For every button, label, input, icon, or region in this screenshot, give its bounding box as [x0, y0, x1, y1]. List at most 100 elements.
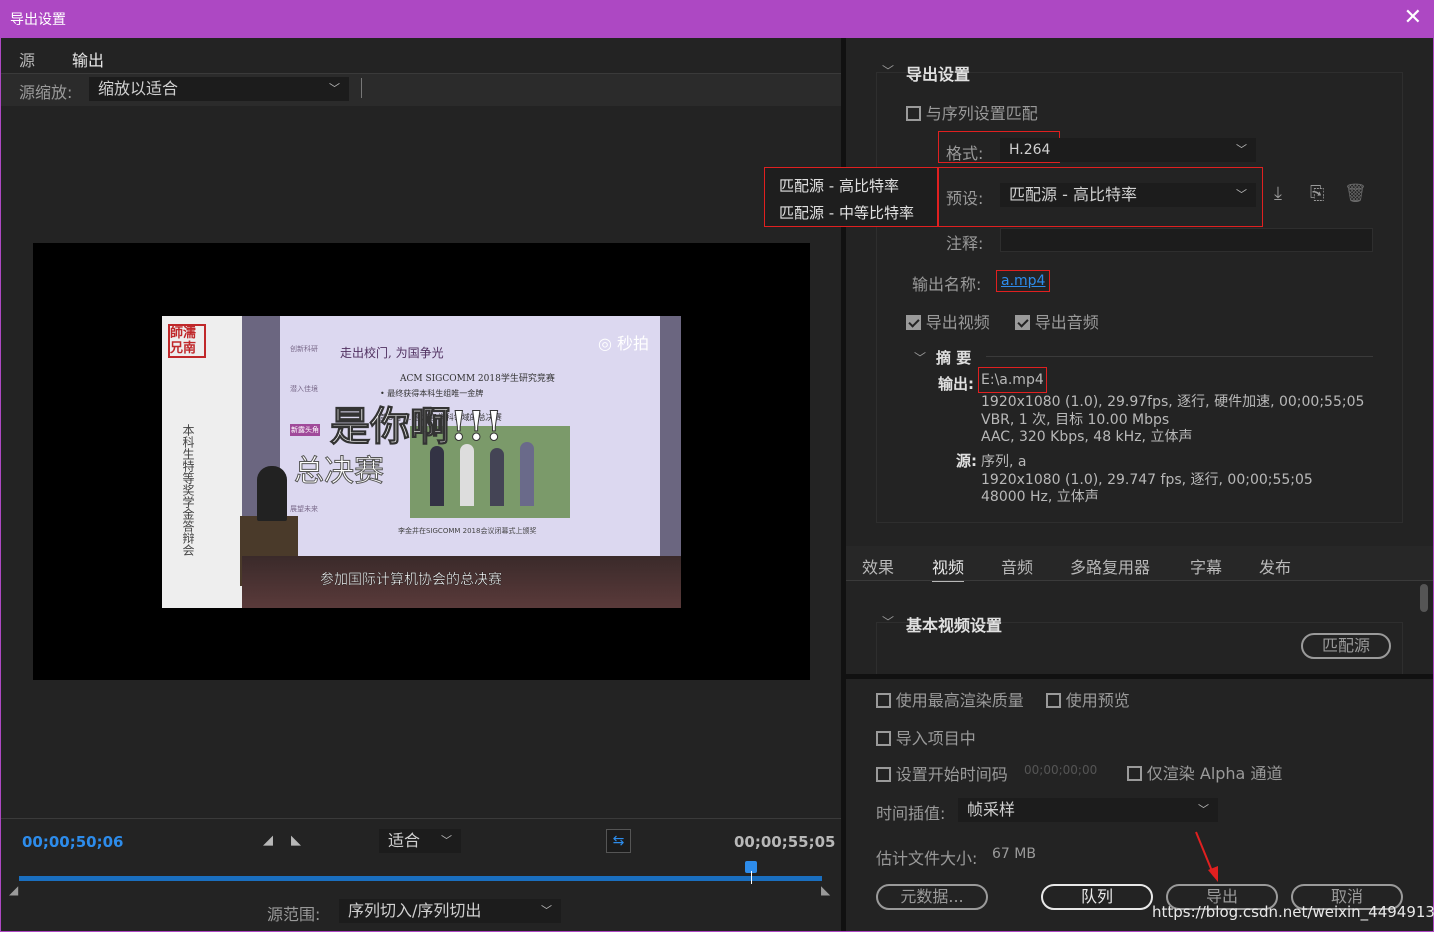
timeline-divider — [1, 818, 841, 819]
chevron-down-icon: ﹀ — [1236, 188, 1247, 201]
import-project-label: 导入项目中 — [895, 729, 976, 748]
export-audio-checkbox[interactable]: 导出音频 — [1015, 309, 1099, 333]
tab-divider — [846, 580, 1433, 581]
output-name-link[interactable]: a.mp4 — [996, 270, 1051, 292]
person-figure — [520, 442, 534, 506]
source-scale-select[interactable]: 缩放以适合 ﹀ — [89, 77, 349, 101]
alpha-only-checkbox[interactable]: 仅渲染 Alpha 通道 — [1127, 760, 1282, 784]
range-in-handle-icon[interactable]: ◢ — [9, 883, 18, 897]
alpha-only-label: 仅渲染 Alpha 通道 — [1146, 764, 1283, 783]
title-bar: 导出设置 ✕ — [0, 0, 1434, 38]
match-sequence-checkbox[interactable]: 与序列设置匹配 — [906, 100, 1038, 124]
fit-select[interactable]: 适合 ﹀ — [379, 829, 461, 853]
summary-output-path: E:\a.mp4 — [978, 367, 1047, 393]
comment-label: 注释: — [946, 234, 984, 253]
separator — [361, 78, 362, 98]
time-interp-label: 时间插值: — [876, 804, 946, 823]
chevron-down-icon: ﹀ — [1236, 143, 1247, 156]
tab-effects[interactable]: 效果 — [862, 554, 894, 578]
slide-side-item: 创新科研 — [290, 345, 318, 353]
video-subtitle: 参加国际计算机协会的总决赛 — [320, 572, 502, 588]
chevron-down-icon[interactable]: ﹀ — [914, 349, 926, 366]
slide-side-item: 新露头角 — [290, 424, 320, 436]
person-figure — [430, 446, 444, 506]
preset-value: 匹配源 - 高比特率 — [1009, 185, 1137, 204]
save-preset-icon[interactable]: ⤓ — [1274, 183, 1282, 204]
tab-audio[interactable]: 音频 — [1001, 554, 1033, 578]
export-video-checkbox[interactable]: 导出视频 — [906, 309, 990, 333]
window-title: 导出设置 — [10, 12, 66, 28]
scrollbar-thumb[interactable] — [1420, 584, 1428, 612]
match-source-button[interactable]: 匹配源 — [1301, 633, 1391, 659]
slide-subtitle: ACM SIGCOMM 2018学生研究竞赛 — [400, 374, 555, 384]
logo-stamp: 師濡兄南 — [168, 324, 206, 358]
export-settings-title: 导出设置 — [906, 65, 971, 84]
slide-caption: 李金井在SIGCOMM 2018会议闭幕式上颁奖 — [398, 527, 537, 535]
watermark-miaopai: ◎ 秒拍 — [598, 334, 650, 353]
start-timecode-checkbox[interactable]: 设置开始时间码 — [876, 761, 1008, 785]
source-scale-label: 源缩放: — [19, 83, 73, 102]
summary-title: 摘 要 — [936, 349, 972, 367]
queue-button[interactable]: 队列 — [1041, 884, 1153, 910]
tab-source[interactable]: 源 — [19, 47, 35, 71]
start-timecode-value[interactable]: 00;00;00;00 — [1024, 763, 1097, 777]
preset-option[interactable]: 匹配源 - 高比特率 — [779, 175, 899, 196]
checkbox-icon[interactable] — [876, 767, 891, 782]
mark-in-icon[interactable]: ◢ — [263, 833, 273, 848]
tab-output[interactable]: 输出 — [72, 47, 105, 75]
checkbox-icon[interactable] — [876, 693, 891, 708]
mark-out-icon[interactable]: ◣ — [291, 833, 301, 848]
overlay-small-text: 总决赛 — [294, 454, 385, 490]
current-timecode[interactable]: 00;00;50;06 — [22, 833, 124, 851]
max-render-quality-label: 使用最高渲染质量 — [895, 691, 1024, 710]
annotation-arrow-icon — [1195, 831, 1218, 882]
source-range-select[interactable]: 序列切入/序列切出 ﹀ — [339, 899, 561, 923]
summary-output-label: 输出: — [938, 375, 974, 393]
range-out-handle-icon[interactable]: ◣ — [821, 883, 830, 897]
time-interp-value: 帧采样 — [967, 800, 1016, 819]
checkbox-checked-icon[interactable] — [1015, 315, 1030, 330]
checkbox-icon[interactable] — [906, 106, 921, 121]
time-interp-select[interactable]: 帧采样 ﹀ — [958, 798, 1218, 822]
watermark-text: 秒拍 — [617, 334, 650, 353]
checkbox-icon[interactable] — [876, 731, 891, 746]
checkbox-checked-icon[interactable] — [906, 315, 921, 330]
aspect-toggle-icon[interactable]: ⇆ — [606, 829, 631, 853]
slide-side-item: 展望未来 — [290, 505, 318, 513]
tab-video[interactable]: 视频 — [932, 554, 965, 582]
format-label: 格式: — [946, 144, 984, 163]
end-timecode: 00;00;55;05 — [734, 833, 836, 851]
tab-multiplexer[interactable]: 多路复用器 — [1070, 554, 1150, 578]
max-render-quality-checkbox[interactable]: 使用最高渲染质量 — [876, 687, 1024, 711]
chevron-down-icon[interactable]: ﹀ — [882, 62, 894, 79]
speaker — [257, 466, 287, 521]
export-video-label: 导出视频 — [925, 313, 990, 332]
overlay-big-text: 是你啊!!! — [330, 403, 504, 451]
side-banner — [162, 316, 242, 608]
chevron-down-icon: ﹀ — [541, 904, 552, 917]
source-range-value: 序列切入/序列切出 — [348, 901, 482, 920]
metadata-button[interactable]: 元数据... — [876, 884, 988, 910]
close-icon[interactable]: ✕ — [1404, 5, 1422, 31]
preset-select[interactable]: 匹配源 - 高比特率 ﹀ — [1000, 183, 1256, 207]
checkbox-icon[interactable] — [1046, 693, 1061, 708]
chevron-down-icon[interactable]: ﹀ — [882, 613, 894, 630]
output-name-label: 输出名称: — [912, 275, 982, 294]
delete-preset-icon[interactable]: 🗑 — [1344, 183, 1367, 204]
import-preset-icon[interactable]: ⎘ — [1310, 183, 1324, 204]
preset-option[interactable]: 匹配源 - 中等比特率 — [779, 202, 914, 223]
tab-publish[interactable]: 发布 — [1259, 554, 1291, 578]
blog-watermark: https://blog.csdn.net/weixin_44949135 — [1152, 903, 1434, 921]
import-project-checkbox[interactable]: 导入项目中 — [876, 725, 976, 749]
file-size-label: 估计文件大小: — [876, 849, 978, 868]
person-figure — [460, 444, 474, 506]
chevron-down-icon: ﹀ — [329, 82, 340, 95]
person-figure — [490, 448, 504, 506]
checkbox-icon[interactable] — [1127, 766, 1142, 781]
chevron-down-icon: ﹀ — [1198, 803, 1209, 816]
use-previews-checkbox[interactable]: 使用预览 — [1046, 687, 1130, 711]
format-select[interactable]: H.264 ﹀ — [1000, 138, 1256, 162]
tab-captions[interactable]: 字幕 — [1190, 554, 1222, 578]
comment-input[interactable] — [1000, 228, 1373, 252]
timeline-track[interactable] — [19, 876, 822, 881]
